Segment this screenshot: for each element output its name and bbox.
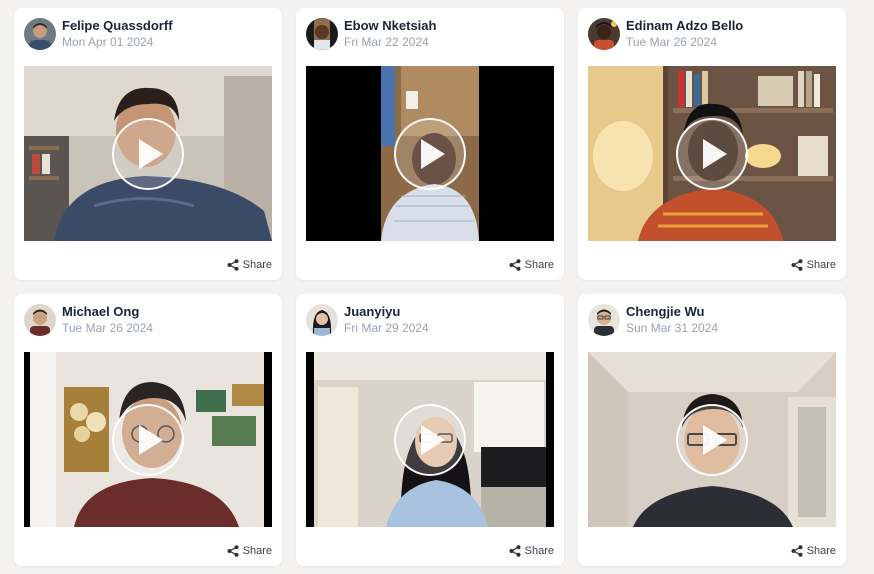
share-button[interactable]: Share [509, 259, 554, 271]
author-name[interactable]: Chengjie Wu [626, 304, 718, 320]
video-player[interactable] [24, 66, 272, 241]
play-icon [139, 424, 163, 455]
share-icon [509, 545, 521, 557]
share-button[interactable]: Share [791, 545, 836, 557]
play-button[interactable] [112, 403, 184, 476]
card-header: Felipe Quassdorff Mon Apr 01 2024 [24, 18, 173, 50]
avatar[interactable] [24, 304, 56, 336]
avatar[interactable] [306, 304, 338, 336]
play-icon [421, 424, 445, 455]
card-header: Chengjie Wu Sun Mar 31 2024 [588, 304, 718, 336]
share-label: Share [806, 259, 836, 271]
avatar[interactable] [588, 18, 620, 50]
card-header: Edinam Adzo Bello Tue Mar 26 2024 [588, 18, 743, 50]
video-card: Michael Ong Tue Mar 26 2024 Share [14, 294, 282, 566]
play-button[interactable] [394, 117, 466, 190]
post-date: Fri Mar 29 2024 [344, 321, 429, 335]
share-label: Share [242, 545, 272, 557]
author-name[interactable]: Juanyiyu [344, 304, 429, 320]
share-label: Share [242, 259, 272, 271]
post-date: Sun Mar 31 2024 [626, 321, 719, 335]
card-header: Juanyiyu Fri Mar 29 2024 [306, 304, 429, 336]
author-name[interactable]: Felipe Quassdorff [62, 18, 173, 34]
avatar[interactable] [24, 18, 56, 50]
play-icon [139, 138, 163, 169]
share-label: Share [524, 545, 554, 557]
video-player[interactable] [24, 352, 272, 527]
share-icon [791, 259, 803, 271]
play-button[interactable] [676, 117, 748, 190]
video-card-grid: Felipe Quassdorff Mon Apr 01 2024 Share … [14, 8, 846, 566]
post-date: Tue Mar 26 2024 [62, 321, 153, 335]
author-name[interactable]: Edinam Adzo Bello [626, 18, 743, 34]
video-card: Ebow Nketsiah Fri Mar 22 2024 Share [296, 8, 564, 280]
share-label: Share [524, 259, 554, 271]
share-icon [509, 259, 521, 271]
post-date: Mon Apr 01 2024 [62, 35, 154, 49]
share-icon [227, 259, 239, 271]
play-icon [703, 138, 727, 169]
avatar[interactable] [588, 304, 620, 336]
author-name[interactable]: Michael Ong [62, 304, 153, 320]
share-button[interactable]: Share [791, 259, 836, 271]
play-button[interactable] [676, 403, 748, 476]
video-card: Chengjie Wu Sun Mar 31 2024 Share [578, 294, 846, 566]
share-button[interactable]: Share [227, 259, 272, 271]
share-icon [791, 545, 803, 557]
video-player[interactable] [588, 352, 836, 527]
share-button[interactable]: Share [227, 545, 272, 557]
post-date: Tue Mar 26 2024 [626, 35, 717, 49]
share-label: Share [806, 545, 836, 557]
card-header: Michael Ong Tue Mar 26 2024 [24, 304, 153, 336]
share-button[interactable]: Share [509, 545, 554, 557]
video-player[interactable] [306, 66, 554, 241]
video-card: Edinam Adzo Bello Tue Mar 26 2024 Share [578, 8, 846, 280]
share-icon [227, 545, 239, 557]
video-player[interactable] [306, 352, 554, 527]
post-date: Fri Mar 22 2024 [344, 35, 429, 49]
play-button[interactable] [112, 117, 184, 190]
play-icon [421, 138, 445, 169]
play-button[interactable] [394, 403, 466, 476]
play-icon [703, 424, 727, 455]
author-name[interactable]: Ebow Nketsiah [344, 18, 436, 34]
avatar[interactable] [306, 18, 338, 50]
video-card: Felipe Quassdorff Mon Apr 01 2024 Share [14, 8, 282, 280]
card-header: Ebow Nketsiah Fri Mar 22 2024 [306, 18, 436, 50]
video-card: Juanyiyu Fri Mar 29 2024 Share [296, 294, 564, 566]
video-player[interactable] [588, 66, 836, 241]
